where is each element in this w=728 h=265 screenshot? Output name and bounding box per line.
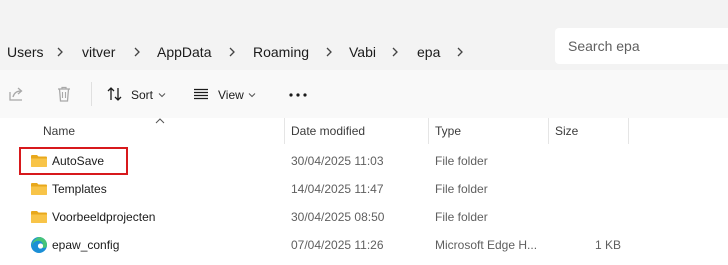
breadcrumb[interactable]: Users vitver AppData Roaming Vabi epa xyxy=(0,28,546,64)
column-divider[interactable] xyxy=(284,118,285,144)
file-name: Voorbeeldprojecten xyxy=(52,210,156,224)
file-date: 30/04/2025 11:03 xyxy=(291,154,384,168)
file-type: File folder xyxy=(435,182,488,196)
chevron-right-icon[interactable] xyxy=(226,45,238,59)
breadcrumb-item-vitver[interactable]: vitver xyxy=(82,44,115,60)
breadcrumb-item-vabi[interactable]: Vabi xyxy=(349,44,376,60)
chevron-right-icon[interactable] xyxy=(54,45,66,59)
file-date: 07/04/2025 11:26 xyxy=(291,238,384,252)
file-date: 14/04/2025 11:47 xyxy=(291,182,384,196)
view-label: View xyxy=(218,88,244,102)
view-icon xyxy=(194,88,208,100)
folder-icon xyxy=(31,155,47,167)
column-divider[interactable] xyxy=(428,118,429,144)
file-size: 1 KB xyxy=(594,238,621,252)
chevron-right-icon[interactable] xyxy=(389,45,401,59)
window-top-strip xyxy=(0,0,728,22)
chevron-right-icon[interactable] xyxy=(323,45,335,59)
breadcrumb-item-users[interactable]: Users xyxy=(7,44,44,60)
file-type: Microsoft Edge H... xyxy=(435,238,538,252)
column-header-size[interactable]: Size xyxy=(555,124,578,138)
column-header-date-modified[interactable]: Date modified xyxy=(291,124,365,138)
folder-icon xyxy=(31,211,47,223)
column-divider[interactable] xyxy=(628,118,629,144)
edge-icon xyxy=(31,237,47,253)
chevron-right-icon[interactable] xyxy=(454,45,466,59)
share-icon[interactable] xyxy=(7,85,25,103)
command-bar: Sort View xyxy=(0,70,728,119)
file-row-templates[interactable]: Templates 14/04/2025 11:47 File folder xyxy=(0,175,728,203)
address-bar: Users vitver AppData Roaming Vabi epa Se… xyxy=(0,22,728,70)
column-header-name[interactable]: Name xyxy=(43,124,75,138)
breadcrumb-item-epa[interactable]: epa xyxy=(417,44,440,60)
search-input[interactable]: Search epa xyxy=(555,28,728,64)
sort-label: Sort xyxy=(131,88,154,102)
file-name: Templates xyxy=(52,182,107,196)
file-type: File folder xyxy=(435,210,488,224)
sort-ascending-icon xyxy=(155,118,165,124)
column-divider[interactable] xyxy=(548,118,549,144)
file-name: epaw_config xyxy=(52,238,120,252)
chevron-right-icon[interactable] xyxy=(131,45,143,59)
file-date: 30/04/2025 08:50 xyxy=(291,210,385,224)
file-type: File folder xyxy=(435,154,488,168)
search-placeholder: Search epa xyxy=(568,38,640,54)
file-name: AutoSave xyxy=(52,154,105,168)
toolbar-separator xyxy=(91,82,92,106)
column-header-type[interactable]: Type xyxy=(435,124,461,138)
folder-icon xyxy=(31,183,47,195)
breadcrumb-item-appdata[interactable]: AppData xyxy=(157,44,211,60)
file-row-autosave[interactable]: AutoSave 30/04/2025 11:03 File folder xyxy=(0,147,728,175)
delete-icon[interactable] xyxy=(55,85,73,103)
column-headers: Name Date modified Type Size xyxy=(0,118,728,144)
breadcrumb-item-roaming[interactable]: Roaming xyxy=(253,44,309,60)
chevron-down-icon xyxy=(248,93,256,98)
chevron-down-icon xyxy=(158,93,166,98)
file-row-voorbeeldprojecten[interactable]: Voorbeeldprojecten 30/04/2025 08:50 File… xyxy=(0,203,728,231)
file-row-epaw-config[interactable]: epaw_config 07/04/2025 11:26 Microsoft E… xyxy=(0,231,728,259)
more-icon xyxy=(289,93,307,97)
sort-icon xyxy=(107,87,122,101)
